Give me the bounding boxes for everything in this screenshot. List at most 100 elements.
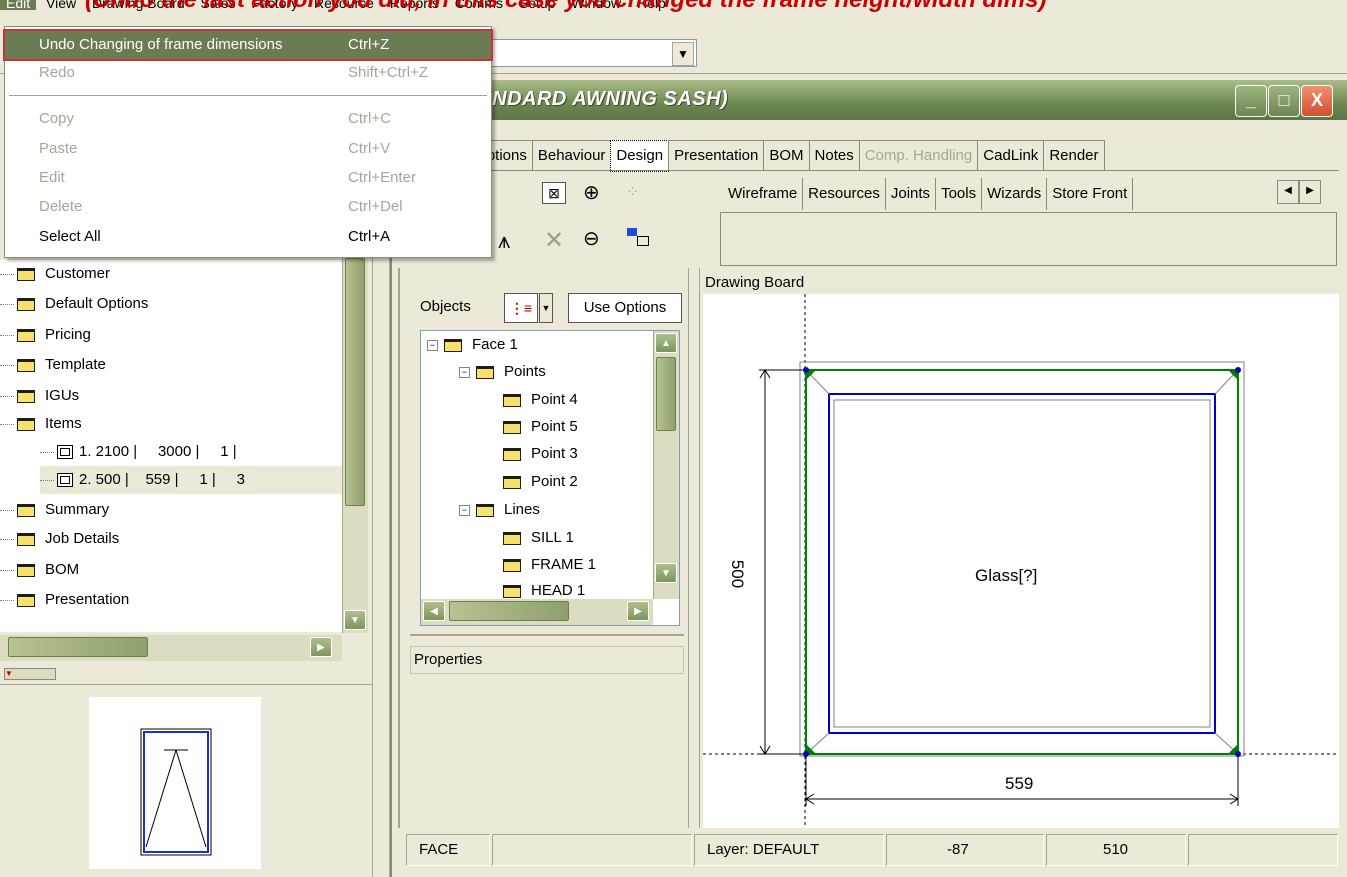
tree-item-job-details[interactable]: Job Details: [45, 530, 119, 547]
delete-icon[interactable]: ✕: [544, 226, 564, 255]
tree-view-dropdown-icon[interactable]: ▼: [539, 293, 553, 323]
tab-bom[interactable]: BOM: [763, 140, 810, 171]
scroll-right-icon[interactable]: ▶: [310, 637, 332, 657]
menu-item-delete[interactable]: Delete Ctrl+Del: [5, 193, 491, 221]
splitter-handle[interactable]: ▼: [4, 668, 56, 680]
tab-scroll-left-icon[interactable]: ◀: [1277, 180, 1299, 204]
tab-presentation[interactable]: Presentation: [668, 140, 765, 171]
tree-node-line[interactable]: FRAME 1: [531, 556, 596, 573]
scroll-down-icon[interactable]: ▼: [344, 610, 366, 630]
tree-item-items[interactable]: Items: [45, 415, 82, 432]
zoom-out-icon[interactable]: ⊖: [583, 226, 600, 251]
tree-item-template[interactable]: Template: [45, 356, 106, 373]
tree-item-default-options[interactable]: Default Options: [45, 295, 148, 312]
scroll-down-icon[interactable]: ▼: [655, 563, 677, 583]
tree-node-point[interactable]: Point 3: [531, 445, 578, 462]
tree-node-point[interactable]: Point 4: [531, 391, 578, 408]
menu-item-redo[interactable]: Redo Shift+Ctrl+Z: [5, 59, 491, 87]
tree-item-bom[interactable]: BOM: [45, 561, 79, 578]
folder-icon: [503, 420, 521, 434]
tree-item-pricing[interactable]: Pricing: [45, 326, 91, 343]
tree-item-customer[interactable]: Customer: [45, 265, 110, 282]
sash-preview-drawing: [140, 728, 212, 856]
sash-preview: [89, 697, 261, 869]
maximize-button[interactable]: □: [1268, 85, 1300, 117]
collapse-icon[interactable]: −: [427, 339, 438, 351]
status-extra: [1188, 834, 1338, 866]
collapse-icon[interactable]: −: [459, 366, 470, 378]
properties-panel: Properties: [410, 646, 684, 674]
status-x: -87: [886, 834, 1044, 866]
scroll-thumb[interactable]: [345, 258, 365, 506]
left-tree-vscroll[interactable]: ▼: [342, 258, 368, 633]
objects-hscroll[interactable]: ◀ ▶: [421, 599, 653, 625]
tab-cadlink[interactable]: CadLink: [977, 140, 1045, 171]
tree-node-points[interactable]: Points: [504, 363, 546, 380]
tree-node-point[interactable]: Point 2: [531, 473, 578, 490]
compass-icon[interactable]: ⩚: [498, 228, 510, 254]
tree-view-icon[interactable]: ⋮≡: [504, 293, 538, 323]
close-button[interactable]: X: [1301, 85, 1333, 117]
tree-item-igus[interactable]: IGUs: [45, 387, 79, 404]
align-icon[interactable]: [627, 228, 653, 250]
scroll-thumb[interactable]: [449, 601, 569, 621]
tree-node-face[interactable]: Face 1: [472, 336, 518, 353]
scroll-thumb[interactable]: [8, 637, 148, 657]
subtab-wizards[interactable]: Wizards: [982, 178, 1048, 210]
tab-behaviour[interactable]: Behaviour: [531, 140, 612, 171]
menu-item-copy[interactable]: Copy Ctrl+C: [5, 105, 491, 133]
folder-icon: [17, 328, 35, 342]
menu-view[interactable]: View: [40, 0, 82, 10]
subtab-joints[interactable]: Joints: [885, 178, 937, 210]
tab-divider: [398, 170, 1339, 171]
window-titlebar[interactable]: - 371 STANDARD AWNING SASH) _ □ X: [392, 80, 1347, 120]
height-dimension-label[interactable]: 500: [727, 560, 747, 588]
tree-node-line[interactable]: HEAD 1: [531, 582, 585, 599]
glass-label[interactable]: Glass[?]: [975, 566, 1037, 586]
pane-splitter[interactable]: [688, 268, 700, 828]
item-row-1[interactable]: 1. 2100 | 3000 | 1 |: [79, 443, 237, 460]
tree-item-summary[interactable]: Summary: [45, 501, 109, 518]
item-row-2[interactable]: 2. 500 | 559 | 1 | 3: [79, 471, 245, 488]
drawing-board-canvas[interactable]: Glass[?] 500 559: [703, 294, 1339, 828]
scroll-left-icon[interactable]: ◀: [423, 601, 445, 621]
width-dimension-label[interactable]: 559: [1005, 774, 1033, 794]
tab-notes[interactable]: Notes: [808, 140, 860, 171]
menu-item-paste[interactable]: Paste Ctrl+V: [5, 135, 491, 163]
snap-grid-icon[interactable]: ⁘: [626, 182, 639, 202]
tab-render[interactable]: Render: [1043, 140, 1105, 171]
menu-edit[interactable]: Edit: [0, 0, 37, 10]
tab-scroll-right-icon[interactable]: ▶: [1299, 180, 1321, 204]
subtab-resources[interactable]: Resources: [803, 178, 886, 210]
scroll-up-icon[interactable]: ▲: [655, 333, 677, 353]
objects-vscroll[interactable]: ▲ ▼: [653, 331, 679, 599]
subtab-tools[interactable]: Tools: [936, 178, 983, 210]
status-y: 510: [1046, 834, 1186, 866]
menu-separator: [9, 95, 487, 96]
folder-icon: [17, 563, 35, 577]
subtab-wireframe[interactable]: Wireframe: [720, 178, 804, 210]
collapse-icon[interactable]: −: [459, 504, 470, 516]
tree-node-line[interactable]: SILL 1: [531, 529, 574, 546]
tab-design[interactable]: Design: [610, 140, 670, 172]
menu-item-select-all[interactable]: Select All Ctrl+A: [5, 223, 491, 251]
left-tree-hscroll[interactable]: ▶: [0, 635, 342, 661]
glass-outline: [833, 399, 1211, 728]
zoom-in-icon[interactable]: ⊕: [583, 180, 600, 205]
subtab-store-front[interactable]: Store Front: [1047, 178, 1134, 210]
tree-item-presentation[interactable]: Presentation: [45, 591, 129, 608]
tab-comp-handling[interactable]: Comp. Handling: [858, 140, 979, 171]
menu-item-edit[interactable]: Edit Ctrl+Enter: [5, 164, 491, 192]
use-options-button[interactable]: Use Options: [568, 293, 682, 323]
menu-item-undo[interactable]: Undo Changing of frame dimensions Ctrl+Z: [3, 29, 493, 61]
minimize-button[interactable]: _: [1235, 85, 1267, 117]
scroll-right-icon[interactable]: ▶: [627, 601, 649, 621]
combo-dropdown-icon[interactable]: ▼: [672, 42, 694, 66]
folder-icon: [17, 503, 35, 517]
toolbar-combo[interactable]: ▼: [465, 39, 697, 67]
zoom-fit-icon[interactable]: ⊠: [542, 182, 566, 204]
scroll-thumb[interactable]: [656, 357, 676, 431]
folder-icon: [17, 417, 35, 431]
tree-node-point[interactable]: Point 5: [531, 418, 578, 435]
tree-node-lines[interactable]: Lines: [504, 501, 540, 518]
